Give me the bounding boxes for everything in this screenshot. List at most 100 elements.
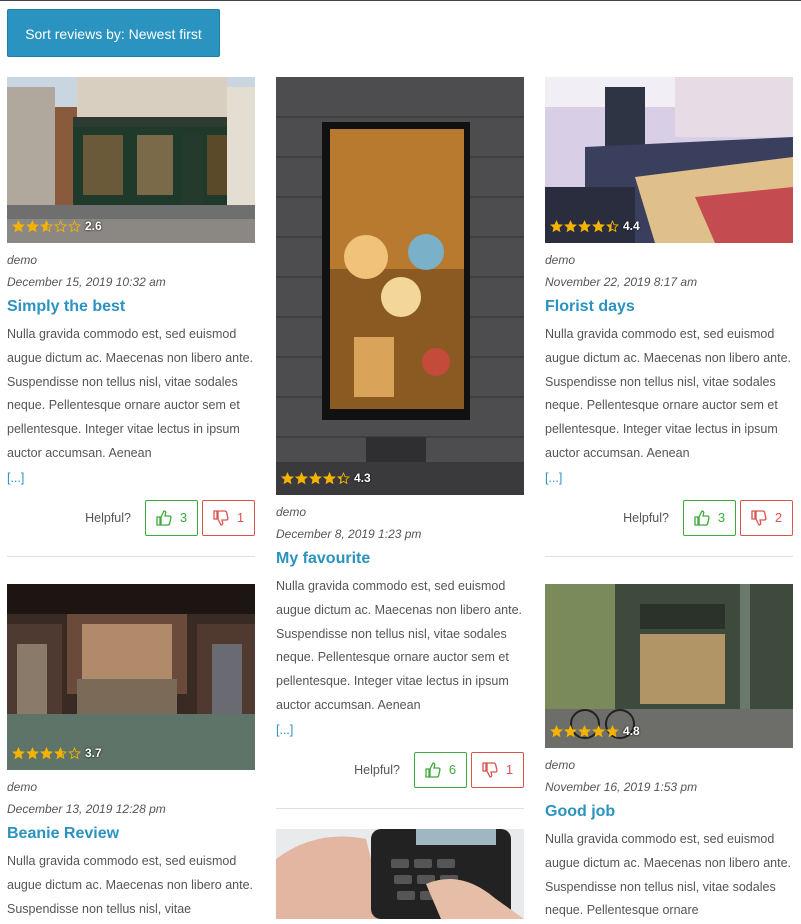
review-author: demo — [545, 758, 576, 772]
thumbs-down-button[interactable]: 1 — [471, 751, 524, 788]
helpful-label: Helpful? — [85, 510, 131, 525]
review-date: November 16, 2019 1:53 pm — [545, 780, 698, 794]
star-icon — [550, 219, 563, 232]
star-icon — [606, 219, 619, 232]
review-photo-cafe-front[interactable]: 4.8 — [545, 584, 793, 748]
card-divider — [545, 555, 793, 557]
star-icon — [12, 746, 25, 759]
helpful-row: Helpful? 3 1 — [7, 499, 255, 536]
thumbs-up-button[interactable]: 3 — [683, 499, 736, 536]
star-rating — [12, 746, 82, 760]
star-icon — [564, 219, 577, 232]
review-text: Nulla gravida commodo est, sed euismod a… — [7, 854, 253, 916]
star-icon — [578, 219, 591, 232]
star-icon — [26, 219, 39, 232]
review-title[interactable]: My favourite — [276, 547, 524, 571]
star-rating — [550, 219, 620, 233]
star-icon — [40, 219, 53, 232]
rating-badge: 3.7 — [12, 746, 102, 760]
thumbs-up-icon — [425, 762, 441, 778]
top-border — [0, 0, 801, 1]
star-icon — [40, 746, 53, 759]
rating-value: 4.8 — [623, 724, 640, 738]
star-icon — [54, 746, 67, 759]
review-body: Nulla gravida commodo est, sed euismod a… — [276, 575, 524, 742]
thumbs-down-icon — [751, 510, 767, 526]
star-icon — [337, 471, 350, 484]
card-divider — [276, 807, 524, 809]
review-title[interactable]: Good job — [545, 800, 793, 824]
review-body: Nulla gravida commodo est, sed euismod a… — [545, 323, 793, 490]
review-title[interactable]: Beanie Review — [7, 822, 255, 846]
helpful-row: Helpful? 6 1 — [276, 751, 524, 788]
thumbs-down-icon — [213, 510, 229, 526]
rating-badge: 4.4 — [550, 219, 640, 233]
thumbs-down-count: 1 — [505, 762, 514, 778]
thumbs-up-count: 3 — [179, 510, 188, 526]
thumbs-up-icon — [156, 510, 172, 526]
rating-value: 3.7 — [85, 746, 102, 760]
rating-value: 2.6 — [85, 219, 102, 233]
star-rating — [550, 724, 620, 738]
rating-badge: 4.3 — [281, 471, 371, 485]
review-photo-store-interior[interactable]: 3.7 — [7, 584, 255, 770]
star-icon — [26, 746, 39, 759]
card-divider — [7, 555, 255, 557]
helpful-label: Helpful? — [354, 762, 400, 777]
star-icon — [578, 724, 591, 737]
review-text: Nulla gravida commodo est, sed euismod a… — [276, 579, 522, 712]
thumbs-up-icon — [694, 510, 710, 526]
star-icon — [564, 724, 577, 737]
thumbs-down-button[interactable]: 1 — [202, 499, 255, 536]
review-body: Nulla gravida commodo est, sed euismod a… — [7, 323, 255, 490]
star-icon — [281, 471, 294, 484]
star-icon — [323, 471, 336, 484]
review-title[interactable]: Florist days — [545, 295, 793, 319]
review-date: December 8, 2019 1:23 pm — [276, 527, 422, 541]
review-title[interactable]: Simply the best — [7, 295, 255, 319]
review-photo-window[interactable]: 4.3 — [276, 77, 524, 495]
review-date: December 13, 2019 12:28 pm — [7, 802, 166, 816]
review-author: demo — [545, 253, 576, 267]
star-icon — [54, 219, 67, 232]
star-icon — [592, 219, 605, 232]
thumbs-down-icon — [482, 762, 498, 778]
read-more-link[interactable]: [...] — [276, 718, 524, 742]
review-text: Nulla gravida commodo est, sed euismod a… — [545, 327, 791, 460]
sort-reviews-button[interactable]: Sort reviews by: Newest first — [7, 9, 220, 57]
thumbs-up-button[interactable]: 6 — [414, 751, 467, 788]
read-more-link[interactable]: [...] — [545, 466, 793, 490]
review-card: 4.4 demo November 22, 2019 8:17 am Flori… — [545, 77, 793, 557]
star-icon — [550, 724, 563, 737]
star-icon — [592, 724, 605, 737]
thumbs-up-button[interactable]: 3 — [145, 499, 198, 536]
review-text: Nulla gravida commodo est, sed euismod a… — [7, 327, 253, 460]
review-card: 2.6 demo December 15, 2019 10:32 am Simp… — [7, 77, 255, 557]
helpful-label: Helpful? — [623, 510, 669, 525]
star-icon — [68, 219, 81, 232]
thumbs-up-count: 6 — [448, 762, 457, 778]
review-author: demo — [7, 253, 38, 267]
review-date: November 22, 2019 8:17 am — [545, 275, 698, 289]
review-photo-clothing-rack[interactable]: 4.4 — [545, 77, 793, 243]
review-body: Nulla gravida commodo est, sed euismod a… — [545, 828, 793, 923]
rating-value: 4.3 — [354, 471, 371, 485]
review-photo-payment[interactable] — [276, 828, 524, 919]
thumbs-down-button[interactable]: 2 — [740, 499, 793, 536]
star-icon — [295, 471, 308, 484]
helpful-row: Helpful? 3 2 — [545, 499, 793, 536]
review-text: Nulla gravida commodo est, sed euismod a… — [545, 832, 791, 918]
star-rating — [281, 471, 351, 485]
rating-value: 4.4 — [623, 219, 640, 233]
rating-badge: 2.6 — [12, 219, 102, 233]
star-icon — [606, 724, 619, 737]
review-card: 3.7 demo December 13, 2019 12:28 pm Bean… — [7, 584, 255, 921]
review-author: demo — [7, 780, 38, 794]
review-body: Nulla gravida commodo est, sed euismod a… — [7, 850, 255, 921]
rating-badge: 4.8 — [550, 724, 640, 738]
review-photo-storefront[interactable]: 2.6 — [7, 77, 255, 243]
thumbs-up-count: 3 — [717, 510, 726, 526]
read-more-link[interactable]: [...] — [7, 466, 255, 490]
review-author: demo — [276, 505, 307, 519]
star-icon — [309, 471, 322, 484]
